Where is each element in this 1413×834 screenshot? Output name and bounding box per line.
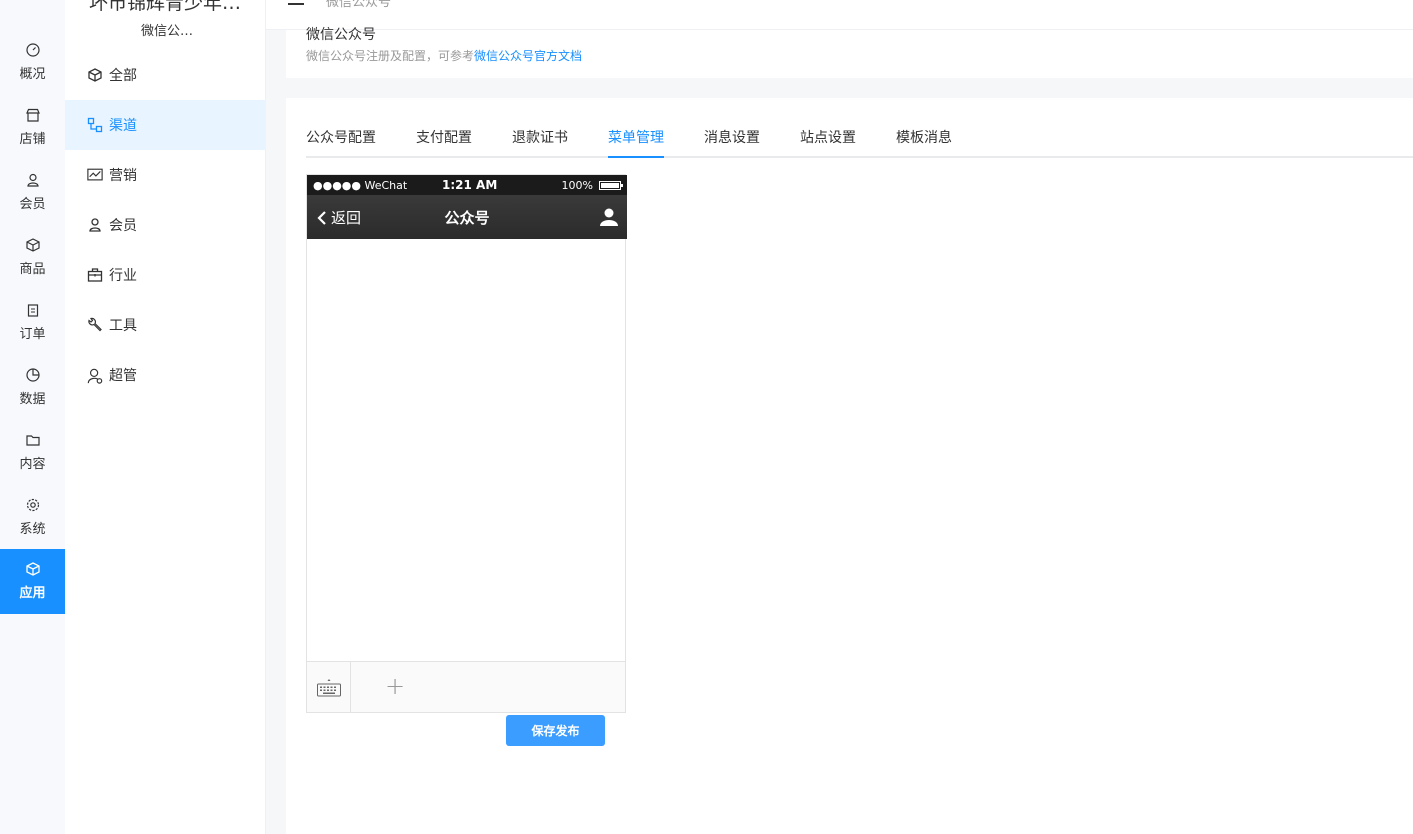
rail-item-label: 订单 xyxy=(19,327,46,342)
page-header: 微信公众号 微信公众号注册及配置，可参考微信公众号官方文档 xyxy=(286,27,1413,78)
top-bar: 微信公众号 xyxy=(266,0,1413,30)
tab-template-message[interactable]: 模板消息 xyxy=(896,128,952,158)
cube-icon xyxy=(87,67,103,83)
subnav-item-tools[interactable]: 工具 xyxy=(65,300,266,350)
keyboard-icon xyxy=(316,678,341,696)
rail-item-label: 商品 xyxy=(19,262,46,277)
carrier-label: ●●●●● WeChat xyxy=(313,179,408,192)
sub-nav: 坏市锦辉青少年… 微信公… 全部 渠道 营销 会员 行业 工具 超管 xyxy=(65,0,266,834)
folder-icon xyxy=(25,435,40,446)
icon-rail: 概况 店铺 会员 商品 订单 数据 内容 系统 应用 xyxy=(0,0,65,834)
user-icon xyxy=(87,217,103,233)
rail-item-label: 系统 xyxy=(19,522,46,537)
breadcrumb: 微信公众号 xyxy=(326,0,392,10)
shop-title: 坏市锦辉青少年… xyxy=(89,0,242,14)
tab-refund-cert[interactable]: 退款证书 xyxy=(512,128,568,158)
gear-icon xyxy=(26,498,39,512)
tab-site-settings[interactable]: 站点设置 xyxy=(800,128,856,158)
subnav-item-label: 会员 xyxy=(109,218,137,234)
tab-payment-config[interactable]: 支付配置 xyxy=(416,128,472,158)
briefcase-icon xyxy=(87,267,103,283)
subnav-item-label: 工具 xyxy=(109,318,137,334)
user-profile-icon[interactable] xyxy=(599,207,619,227)
phone-status-bar: ●●●●● WeChat 1:21 AM 100% xyxy=(307,175,627,195)
user-icon xyxy=(26,173,39,187)
chart-line-icon xyxy=(87,167,103,183)
subnav-item-marketing[interactable]: 营销 xyxy=(65,150,266,200)
rail-item-system[interactable]: 系统 xyxy=(0,485,65,550)
rail-item-apps[interactable]: 应用 xyxy=(0,549,65,614)
rail-item-data[interactable]: 数据 xyxy=(0,355,65,420)
keyboard-toggle[interactable] xyxy=(307,662,351,713)
phone-nav-title: 公众号 xyxy=(444,209,490,227)
page-description-text: 微信公众号注册及配置，可参考 xyxy=(306,49,475,63)
save-publish-button[interactable]: 保存发布 xyxy=(506,715,605,746)
rail-item-content[interactable]: 内容 xyxy=(0,420,65,485)
phone-nav-bar: 返回 公众号 xyxy=(307,195,627,239)
subnav-item-label: 渠道 xyxy=(109,118,137,134)
page-description: 微信公众号注册及配置，可参考微信公众号官方文档 xyxy=(306,47,582,64)
battery-icon xyxy=(599,181,623,190)
subnav-item-label: 营销 xyxy=(109,168,137,184)
rail-item-store[interactable]: 店铺 xyxy=(0,95,65,160)
subnav-item-label: 行业 xyxy=(109,268,137,284)
tab-account-config[interactable]: 公众号配置 xyxy=(306,128,376,158)
clipboard-icon xyxy=(27,304,38,317)
subnav-item-admin[interactable]: 超管 xyxy=(65,350,266,400)
page-title: 微信公众号 xyxy=(306,27,376,43)
status-time: 1:21 AM xyxy=(442,178,498,192)
docs-link[interactable]: 微信公众号官方文档 xyxy=(474,49,582,63)
rail-item-label: 数据 xyxy=(19,392,46,407)
rail-item-member[interactable]: 会员 xyxy=(0,160,65,225)
tab-menu-management[interactable]: 菜单管理 xyxy=(608,128,664,158)
rail-item-label: 店铺 xyxy=(19,132,46,147)
rail-item-label: 会员 xyxy=(19,197,46,212)
rail-item-label: 内容 xyxy=(19,457,46,472)
subnav-item-industry[interactable]: 行业 xyxy=(65,250,266,300)
subnav-item-member[interactable]: 会员 xyxy=(65,200,266,250)
pie-chart-icon xyxy=(25,368,40,382)
subnav-item-label: 超管 xyxy=(109,368,137,384)
battery-percent: 100% xyxy=(561,179,593,192)
menu-toggle-icon[interactable] xyxy=(288,0,304,6)
phone-preview: ●●●●● WeChat 1:21 AM 100% 返回 公众号 + xyxy=(306,174,627,713)
cube-icon xyxy=(25,562,40,576)
store-icon xyxy=(25,108,40,122)
subnav-item-label: 全部 xyxy=(109,68,137,84)
tab-bar: 公众号配置 支付配置 退款证书 菜单管理 消息设置 站点设置 模板消息 xyxy=(306,128,1413,158)
phone-menu-bar: + xyxy=(307,661,625,713)
tab-message-settings[interactable]: 消息设置 xyxy=(704,128,760,158)
shop-subtitle: 微信公… xyxy=(117,20,217,39)
admin-icon xyxy=(87,367,103,384)
box-icon xyxy=(25,238,40,252)
rail-item-overview[interactable]: 概况 xyxy=(0,30,65,95)
rail-item-label: 概况 xyxy=(19,67,46,82)
rail-item-goods[interactable]: 商品 xyxy=(0,225,65,290)
main-panel: 公众号配置 支付配置 退款证书 菜单管理 消息设置 站点设置 模板消息 ●●●●… xyxy=(286,98,1413,834)
wrench-icon xyxy=(87,317,103,333)
rail-item-order[interactable]: 订单 xyxy=(0,290,65,355)
dashboard-icon xyxy=(25,43,40,57)
subnav-item-all[interactable]: 全部 xyxy=(65,50,266,100)
channel-icon xyxy=(87,117,103,133)
add-menu-button[interactable]: + xyxy=(385,672,405,700)
subnav-item-channel[interactable]: 渠道 xyxy=(65,100,266,150)
rail-item-label: 应用 xyxy=(19,586,46,601)
